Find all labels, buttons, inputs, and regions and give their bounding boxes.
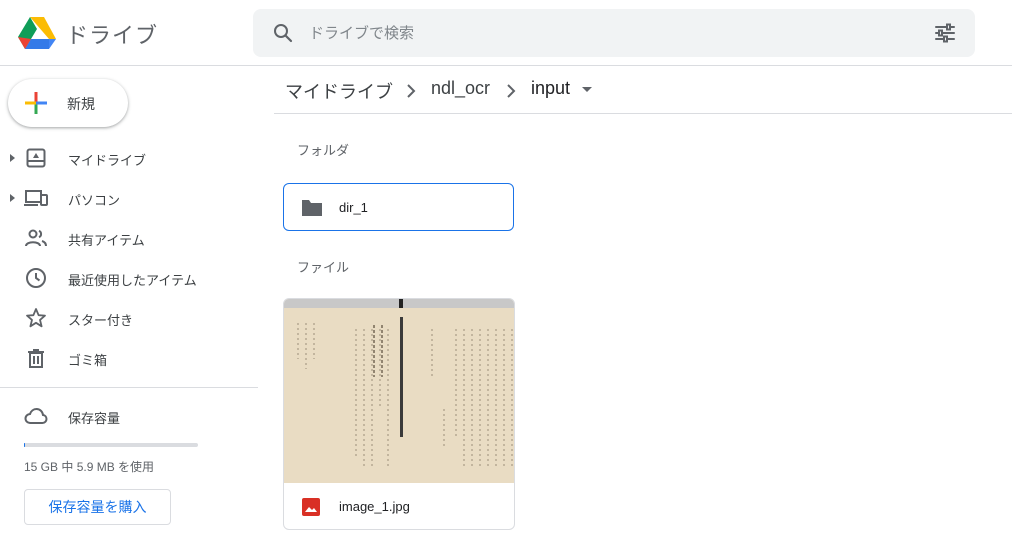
sidebar-item-computers[interactable]: パソコン [0, 178, 258, 218]
sidebar-item-label: ゴミ箱 [68, 353, 108, 368]
sidebar-item-label: 共有アイテム [68, 233, 145, 248]
sidebar-item-label: 最近使用したアイテム [68, 273, 197, 288]
storage-progress-bar [24, 443, 198, 447]
sidebar-item-shared[interactable]: 共有アイテム [0, 218, 258, 258]
sidebar-item-label: パソコン [68, 193, 121, 208]
dropdown-caret-icon[interactable] [582, 87, 592, 92]
files-section-title: ファイル [297, 260, 350, 275]
star-icon [26, 308, 46, 328]
sidebar-item-label: スター付き [68, 313, 134, 328]
sidebar-divider [0, 387, 258, 388]
breadcrumb: マイドライブ ndl_ocr input [274, 66, 1012, 114]
new-button-label: 新規 [67, 96, 95, 112]
storage-usage-text: 15 GB 中 5.9 MB を使用 [24, 460, 155, 474]
sidebar-item-my-drive[interactable]: マイドライブ [0, 138, 258, 178]
my-drive-icon [26, 148, 46, 168]
cloud-icon [24, 407, 48, 424]
sidebar-item-storage[interactable]: 保存容量 [0, 396, 258, 436]
file-thumbnail [284, 299, 514, 483]
folders-section-title: フォルダ [297, 143, 350, 158]
search-input[interactable] [309, 21, 909, 45]
search-bar[interactable] [253, 9, 975, 57]
computers-icon [24, 190, 48, 206]
storage-label: 保存容量 [68, 411, 121, 426]
buy-storage-button[interactable]: 保存容量を購入 [24, 489, 171, 525]
sidebar-item-starred[interactable]: スター付き [0, 298, 258, 338]
chevron-right-icon [407, 84, 416, 98]
sidebar-item-recent[interactable]: 最近使用したアイテム [0, 258, 258, 298]
google-drive-logo[interactable] [18, 15, 56, 51]
new-button[interactable]: 新規 [8, 79, 128, 127]
file-name: image_1.jpg [339, 499, 410, 514]
sidebar: 新規 マイドライブ パソコン 共有アイテム 最近使用したアイテム スター付き ゴ… [0, 66, 258, 558]
breadcrumb-item-my-drive[interactable]: マイドライブ [285, 78, 393, 104]
storage-progress-fill [24, 443, 25, 447]
search-icon[interactable] [271, 21, 295, 45]
folder-name: dir_1 [339, 200, 368, 215]
folder-icon [302, 200, 322, 216]
trash-icon [28, 349, 44, 368]
sidebar-item-trash[interactable]: ゴミ箱 [0, 338, 258, 378]
sidebar-item-label: マイドライブ [68, 153, 147, 168]
image-file-icon [302, 498, 320, 516]
clock-icon [26, 268, 46, 288]
file-item[interactable]: image_1.jpg [283, 298, 515, 530]
expand-arrow-icon[interactable] [10, 194, 15, 202]
expand-arrow-icon[interactable] [10, 154, 15, 162]
chevron-right-icon [507, 84, 516, 98]
main-content: マイドライブ ndl_ocr input フォルダ dir_1 ファイル ima… [274, 66, 1012, 558]
app-title[interactable]: ドライブ [66, 18, 158, 50]
folder-item[interactable]: dir_1 [283, 183, 514, 231]
breadcrumb-item-ndl-ocr[interactable]: ndl_ocr [431, 78, 490, 99]
tune-icon[interactable] [933, 21, 957, 45]
top-bar: ドライブ [0, 0, 1012, 66]
plus-icon [25, 92, 47, 114]
breadcrumb-item-input[interactable]: input [531, 78, 570, 99]
shared-icon [25, 229, 47, 247]
